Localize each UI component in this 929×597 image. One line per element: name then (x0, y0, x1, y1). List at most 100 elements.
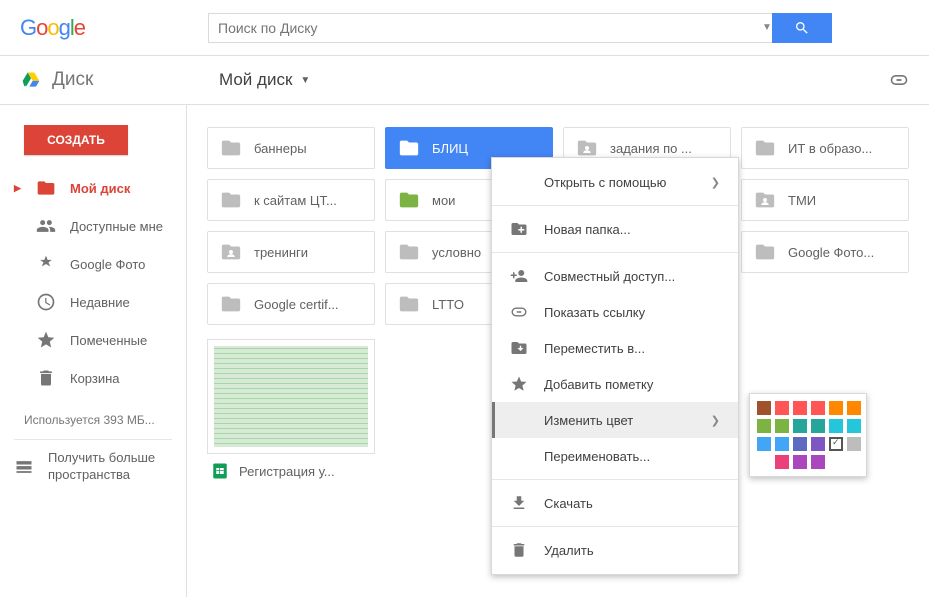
search-button[interactable] (772, 13, 832, 43)
menu-item[interactable]: Переименовать... (492, 438, 738, 474)
color-swatch[interactable] (757, 437, 771, 451)
sidebar-item-more-storage[interactable]: Получить больше пространства (0, 448, 186, 486)
folder-chip[interactable]: Google Фото... (741, 231, 909, 273)
sidebar-item-my-drive[interactable]: ▶ Мой диск (0, 169, 186, 207)
color-swatch[interactable] (793, 437, 807, 451)
file-thumbnail (207, 339, 375, 454)
folder-chip[interactable]: Google certif... (207, 283, 375, 325)
sheets-icon (211, 462, 229, 480)
sidebar-item-photos[interactable]: Google Фото (0, 245, 186, 283)
folder-label: ИТ в образо... (788, 141, 872, 156)
sidebar-item-shared[interactable]: Доступные мне (0, 207, 186, 245)
menu-label: Удалить (544, 543, 594, 558)
menu-item[interactable]: Новая папка... (492, 211, 738, 247)
sidebar-item-starred[interactable]: Помеченные (0, 321, 186, 359)
link-icon[interactable] (889, 70, 909, 90)
color-swatch[interactable] (793, 401, 807, 415)
new-folder-icon (510, 220, 528, 238)
drive-logo-icon (20, 70, 42, 90)
menu-item[interactable]: Добавить пометку (492, 366, 738, 402)
menu-label: Скачать (544, 496, 593, 511)
menu-label: Новая папка... (544, 222, 631, 237)
color-swatch[interactable] (811, 437, 825, 451)
search-input[interactable] (208, 13, 786, 43)
color-swatch[interactable] (775, 401, 789, 415)
header-actions (889, 70, 909, 90)
color-swatch[interactable] (793, 455, 807, 469)
search-dropdown-icon[interactable]: ▼ (762, 22, 772, 33)
color-grid (757, 401, 859, 469)
google-logo[interactable]: Google (20, 15, 85, 41)
folder-label: мои (432, 193, 455, 208)
search-icon (794, 20, 810, 36)
folder-label: к сайтам ЦТ... (254, 193, 337, 208)
color-swatch[interactable] (829, 437, 843, 451)
menu-item[interactable]: Открыть с помощью❯ (492, 164, 738, 200)
storage-icon (14, 457, 34, 477)
folder-label: Google certif... (254, 297, 339, 312)
color-swatch[interactable] (829, 419, 843, 433)
file-card[interactable]: Регистрация у... (207, 339, 375, 488)
context-menu: Открыть с помощью❯ Новая папка... Совместн… (491, 157, 739, 575)
folder-chip[interactable]: к сайтам ЦТ... (207, 179, 375, 221)
color-swatch[interactable] (793, 419, 807, 433)
folder-label: БЛИЦ (432, 141, 468, 156)
color-swatch[interactable] (757, 419, 771, 433)
star-icon (36, 330, 56, 350)
caret-down-icon: ▼ (300, 75, 310, 86)
breadcrumb[interactable]: Мой диск ▼ (219, 70, 310, 90)
drive-brand[interactable]: Диск (20, 69, 195, 91)
expand-icon: ▶ (14, 183, 22, 194)
color-swatch[interactable] (775, 419, 789, 433)
divider (14, 439, 172, 440)
sidebar-item-recent[interactable]: Недавние (0, 283, 186, 321)
nav-label: Google Фото (70, 257, 145, 272)
color-swatch[interactable] (811, 401, 825, 415)
menu-item[interactable]: Переместить в... (492, 330, 738, 366)
nav-label: Помеченные (70, 333, 147, 348)
menu-item[interactable]: Скачать (492, 485, 738, 521)
nav-label: Недавние (70, 295, 130, 310)
link-icon (510, 303, 528, 321)
folder-label: LTTO (432, 297, 464, 312)
people-icon (36, 216, 56, 236)
color-picker-popup (749, 393, 867, 477)
menu-separator (492, 252, 738, 253)
color-swatch[interactable] (847, 437, 861, 451)
menu-label: Переименовать... (544, 449, 650, 464)
menu-item[interactable]: Изменить цвет❯ (492, 402, 738, 438)
storage-text: Используется 393 МБ... (24, 413, 186, 427)
color-swatch[interactable] (775, 437, 789, 451)
color-swatch[interactable] (811, 419, 825, 433)
photos-icon (36, 254, 56, 274)
nav-label: Корзина (70, 371, 120, 386)
search-wrap: ▼ (208, 13, 832, 43)
file-label: Регистрация у... (239, 464, 335, 479)
folder-move-icon (510, 339, 528, 357)
color-swatch[interactable] (775, 455, 789, 469)
folder-chip[interactable]: ТМИ (741, 179, 909, 221)
color-swatch[interactable] (829, 401, 843, 415)
folder-chip[interactable]: ИТ в образо... (741, 127, 909, 169)
menu-label: Изменить цвет (544, 413, 633, 428)
color-swatch[interactable] (811, 455, 825, 469)
folder-label: условно (432, 245, 481, 260)
folder-chip[interactable]: тренинги (207, 231, 375, 273)
menu-item[interactable]: Удалить (492, 532, 738, 568)
color-swatch[interactable] (847, 401, 861, 415)
sidebar-item-trash[interactable]: Корзина (0, 359, 186, 397)
drive-brand-text: Диск (52, 69, 93, 91)
menu-item[interactable]: Показать ссылку (492, 294, 738, 330)
menu-separator (492, 479, 738, 480)
menu-item[interactable]: Совместный доступ... (492, 258, 738, 294)
folder-label: задания по ... (610, 141, 692, 156)
chevron-right-icon: ❯ (711, 176, 720, 189)
menu-label: Переместить в... (544, 341, 645, 356)
color-swatch[interactable] (847, 419, 861, 433)
color-swatch[interactable] (757, 401, 771, 415)
folder-label: Google Фото... (788, 245, 874, 260)
menu-separator (492, 526, 738, 527)
create-button[interactable]: СОЗДАТЬ (24, 125, 128, 155)
folder-chip[interactable]: баннеры (207, 127, 375, 169)
header-bar: Диск Мой диск ▼ (0, 55, 929, 105)
